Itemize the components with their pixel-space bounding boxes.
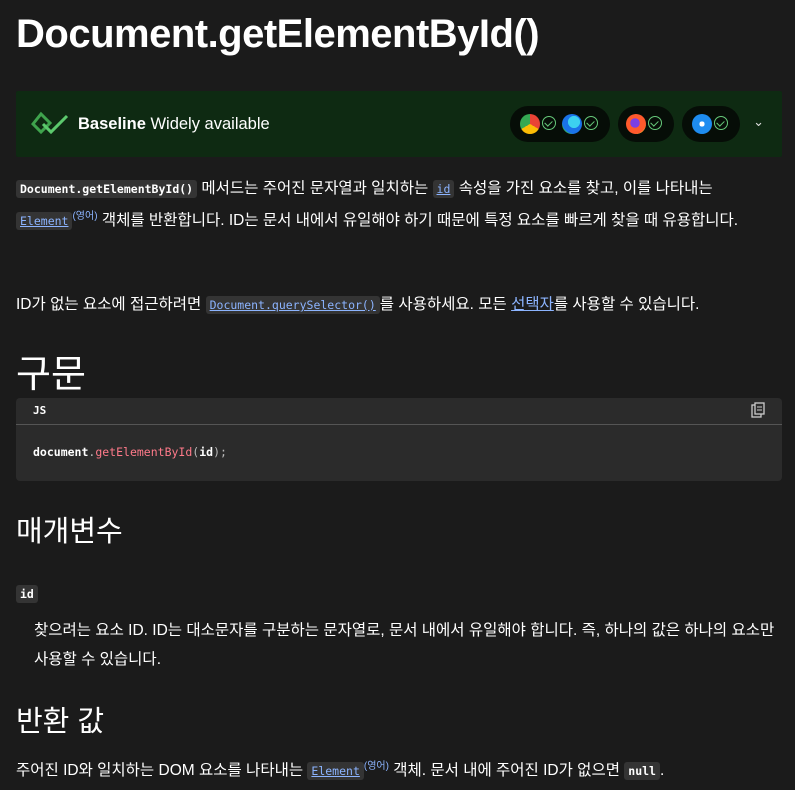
check-icon (648, 116, 662, 130)
check-icon (714, 116, 728, 130)
null-code: null (624, 762, 660, 781)
element-link[interactable]: Element (16, 212, 73, 231)
baseline-check-icon (31, 111, 69, 135)
check-icon (542, 116, 556, 130)
code-object: document (33, 445, 89, 459)
selector-link[interactable]: 선택자 (511, 296, 554, 313)
code-example: JS document.getElementById(id); (16, 398, 782, 481)
intro-text-3: 객체를 반환합니다. ID는 문서 내에서 유일해야 하기 때문에 특정 요소를… (97, 212, 739, 230)
english-badge: (영어) (72, 211, 98, 222)
browser-pill-safari[interactable] (682, 106, 740, 142)
returns-text-1: 주어진 ID와 일치하는 DOM 요소를 나타내는 (16, 762, 308, 780)
page-title: Document.getElementById() (16, 12, 540, 56)
id-attribute-link[interactable]: id (432, 180, 455, 198)
element-link[interactable]: Element (307, 762, 364, 781)
parameters-heading: 매개변수 (16, 516, 123, 548)
code-header: JS (16, 398, 782, 425)
baseline-label: Baseline Widely available (78, 115, 270, 134)
para2-text-2: 를 사용하세요. 모든 (379, 296, 512, 313)
baseline-label-rest: Widely available (145, 115, 270, 133)
copy-icon[interactable] (751, 402, 765, 418)
browser-pill-chromium[interactable] (510, 106, 610, 142)
para2-text-3: 를 사용할 수 있습니다. (553, 296, 700, 313)
safari-icon (692, 114, 712, 134)
syntax-heading: 구문 (16, 354, 86, 396)
baseline-banner[interactable]: Baseline Widely available ⌄ (16, 91, 782, 157)
intro-text-1: 메서드는 주어진 문자열과 일치하는 (197, 180, 433, 197)
return-value-heading: 반환 값 (16, 706, 105, 738)
code-line: document.getElementById(id); (33, 445, 227, 459)
intro-paragraph: Document.getElementById() 메서드는 주어진 문자열과 … (16, 175, 782, 235)
code-argument: id (199, 445, 214, 459)
edge-icon (562, 114, 582, 134)
return-value-paragraph: 주어진 ID와 일치하는 DOM 요소를 나타내는 Element (영어) 객체… (16, 753, 782, 785)
method-code: Document.getElementById() (16, 180, 198, 198)
param-id-code: id (16, 585, 38, 603)
returns-text-2: 객체. 문서 내에 주어진 ID가 없으면 (388, 762, 625, 780)
firefox-icon (626, 114, 646, 134)
english-badge: (영어) (363, 761, 389, 772)
code-function: getElementById (95, 445, 193, 459)
check-icon (584, 116, 598, 130)
para2-text-1: ID가 없는 요소에 접근하려면 (16, 296, 206, 313)
code-language-label: JS (33, 404, 47, 417)
param-term: id (16, 580, 782, 608)
code-paren-close: ); (213, 445, 227, 459)
baseline-label-bold: Baseline (78, 115, 146, 133)
querySelector-link[interactable]: Document.querySelector() (205, 296, 380, 314)
chrome-icon (520, 114, 540, 134)
returns-text-3: . (659, 762, 665, 780)
browser-pill-firefox[interactable] (618, 106, 674, 142)
intro-text-2: 속성을 가진 요소를 찾고, 이를 나타내는 (454, 180, 713, 197)
querySelector-paragraph: ID가 없는 요소에 접근하려면 Document.querySelector(… (16, 291, 782, 319)
chevron-down-icon[interactable]: ⌄ (753, 114, 764, 130)
param-description: 찾으려는 요소 ID. ID는 대소문자를 구분하는 문자열로, 문서 내에서 … (34, 622, 775, 668)
